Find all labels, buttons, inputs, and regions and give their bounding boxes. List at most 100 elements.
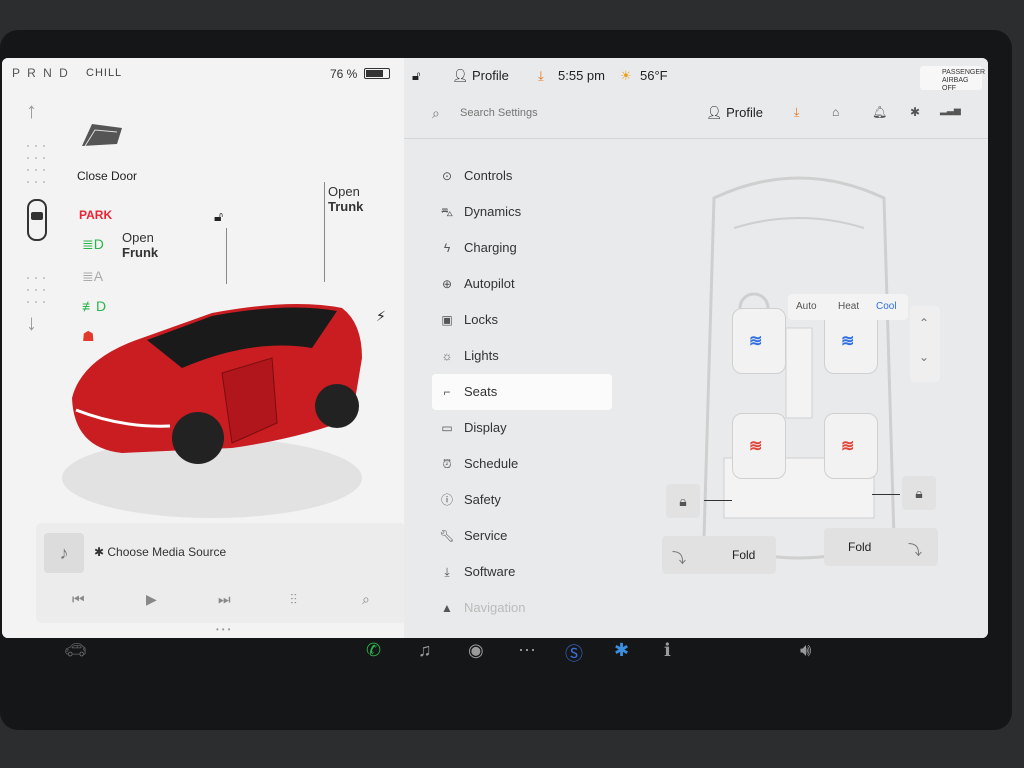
unlock-icon[interactable]: 🔓︎ <box>214 208 223 225</box>
display-icon: ▭ <box>441 421 453 435</box>
settings-menu-item[interactable]: 🔧︎ Service <box>432 518 612 554</box>
media-player: ♪ ✱ Choose Media Source ⏮︎ ▶︎ ⏭︎ ⫶⫶ ⌕ <box>36 523 406 623</box>
settings-menu-item[interactable]: ⏰︎ Schedule <box>432 446 612 482</box>
camera-icon[interactable]: ◉ <box>468 640 484 661</box>
close-door-button[interactable]: Close Door <box>77 116 167 183</box>
bell-icon[interactable]: 🔔︎ <box>872 105 887 119</box>
search-settings-input[interactable] <box>460 104 660 122</box>
seat-cool-icon: ≋ <box>841 333 855 350</box>
settings-menu-item[interactable]: ▣ Locks <box>432 302 612 338</box>
music-note-icon[interactable]: ♪ <box>44 533 84 573</box>
settings-profile-button[interactable]: 👤︎ Profile <box>706 105 763 121</box>
settings-menu-item[interactable]: ▲ Navigation <box>432 590 612 626</box>
car-icon: ⛍ <box>440 205 454 219</box>
bluetooth-icon: ✱ <box>94 545 108 559</box>
open-trunk-line2: Trunk <box>328 199 364 214</box>
info-circle-icon: ⓘ <box>440 493 453 507</box>
chevron-up-icon[interactable]: ⌃ <box>919 316 929 330</box>
settings-menu-item[interactable]: ⌐ Seats <box>432 374 612 410</box>
open-trunk-line1: Open <box>328 184 360 199</box>
seat-cool-icon: ≋ <box>749 333 763 350</box>
clock: 5:55 pm <box>558 68 605 83</box>
settings-menu-item[interactable]: ⊕ Autopilot <box>432 266 612 302</box>
left-child-lock-button[interactable]: 🔒︎ <box>666 484 700 518</box>
bolt-icon: ϟ <box>443 241 451 255</box>
settings-menu-item[interactable]: ⤓ Software <box>432 554 612 590</box>
fold-left-label: Fold <box>732 548 756 562</box>
equalizer-icon[interactable]: ⫶⫶ <box>290 591 297 608</box>
settings-menu-label: Schedule <box>464 456 519 471</box>
wrench-icon: 🔧︎ <box>439 529 455 543</box>
bottom-dock: 🚗︎ ✆ ♫ ◉ ⋯ Ⓢ ✱ ℹ︎ 🔊︎ <box>0 640 1012 700</box>
settings-menu-label: Software <box>464 564 516 579</box>
car-model-image <box>62 304 362 518</box>
download-icon[interactable]: ⤓ <box>794 105 799 120</box>
volume-icon[interactable]: 🔊︎ <box>800 640 811 661</box>
garage-icon[interactable]: ⌂ <box>832 105 839 119</box>
climate-cool-option[interactable]: Cool <box>876 301 897 312</box>
settings-menu-item[interactable]: ▭ Display <box>432 410 612 446</box>
settings-menu-item[interactable]: ϟ Charging <box>432 230 612 266</box>
seat-climate-selector: Auto Heat Cool <box>788 294 908 320</box>
open-trunk-button[interactable]: Open Trunk <box>328 184 363 214</box>
settings-menu-label: Safety <box>464 492 501 507</box>
gear-selector: P R N D <box>12 66 70 80</box>
fold-right-button[interactable]: Fold ⤵︎ <box>824 528 938 566</box>
lock-status-icon[interactable]: 🔓︎ <box>412 68 420 84</box>
open-frunk-button[interactable]: Open Frunk <box>122 230 158 260</box>
settings-menu-item[interactable]: ☼ Lights <box>432 338 612 374</box>
settings-menu-label: Seats <box>464 384 498 399</box>
download-icon[interactable]: ⤓ <box>538 68 544 84</box>
fold-right-label: Fold <box>848 540 872 554</box>
app-s-icon[interactable]: Ⓢ <box>565 640 583 666</box>
music-icon[interactable]: ♫ <box>418 640 432 661</box>
settings-menu-label: Autopilot <box>464 276 515 291</box>
airbag-line2: AIRBAG OFF <box>942 77 969 92</box>
more-apps-icon[interactable]: ⋯ <box>518 640 536 661</box>
steering-wheel-icon: ⊕ <box>441 277 453 291</box>
settings-menu: ⊙ Controls ⛍ Dynamics ϟ Charging ⊕ Autopilot ▣ Lo… <box>432 158 612 626</box>
open-frunk-line1: Open <box>122 230 154 245</box>
frunk-callout-line <box>226 228 227 284</box>
info-app-icon[interactable]: ℹ︎ <box>664 640 671 661</box>
seat-level-stepper: ⌃ ⌄ <box>910 306 940 382</box>
climate-auto-option[interactable]: Auto <box>796 301 817 312</box>
toggle-icon: ⊙ <box>441 169 453 183</box>
rear-right-seat[interactable]: ≋ <box>824 413 878 479</box>
search-icon[interactable]: ⌕ <box>432 105 440 122</box>
right-child-lock-button[interactable]: 🔒︎ <box>902 476 936 510</box>
driver-seat[interactable]: ≋ <box>732 308 786 374</box>
settings-menu-item[interactable]: ⛍ Dynamics <box>432 194 612 230</box>
climate-heat-option[interactable]: Heat <box>838 301 859 312</box>
phone-icon[interactable]: ✆ <box>366 640 381 661</box>
drive-mode-label: CHILL <box>86 67 123 79</box>
charge-port-icon[interactable]: ⚡︎ <box>376 308 386 325</box>
trunk-callout-line <box>324 182 325 282</box>
search-icon[interactable]: ⌕ <box>362 591 370 608</box>
media-source-button[interactable]: ✱ Choose Media Source <box>94 545 226 559</box>
previous-track-icon[interactable]: ⏮︎ <box>72 591 85 608</box>
chevron-down-icon[interactable]: ⌄ <box>919 350 929 364</box>
lock-icon: ▣ <box>441 313 453 327</box>
seat-heat-icon: ≋ <box>841 438 855 455</box>
car-status-panel: P R N D CHILL 76 % ↑ ↓ Close Door PARK ≣… <box>2 58 406 638</box>
car-icon[interactable]: 🚗︎ <box>64 640 87 661</box>
next-track-icon[interactable]: ⏭︎ <box>218 591 231 608</box>
settings-menu-item[interactable]: ⊙ Controls <box>432 158 612 194</box>
close-door-label: Close Door <box>77 169 138 183</box>
bluetooth-icon[interactable]: ✱ <box>910 105 920 119</box>
door-icon <box>82 124 122 147</box>
alarm-icon: ⏰︎ <box>442 457 452 471</box>
bluetooth-app-icon[interactable]: ✱ <box>614 640 629 661</box>
sun-icon: ☼ <box>441 349 453 363</box>
profile-icon: 👤︎ <box>452 68 469 83</box>
settings-menu-item[interactable]: ⓘ Safety <box>432 482 612 518</box>
airbag-line1: PASSENGER <box>942 69 986 76</box>
outside-temp: 56°F <box>640 68 668 83</box>
gear-drag-slider[interactable]: ↑ ↓ <box>20 98 56 353</box>
settings-menu-label: Locks <box>464 312 498 327</box>
play-icon[interactable]: ▶︎ <box>146 591 157 608</box>
rear-left-seat[interactable]: ≋ <box>732 413 786 479</box>
profile-button[interactable]: Profile <box>472 68 509 83</box>
fold-left-button[interactable]: ⤵︎ Fold <box>662 536 776 574</box>
